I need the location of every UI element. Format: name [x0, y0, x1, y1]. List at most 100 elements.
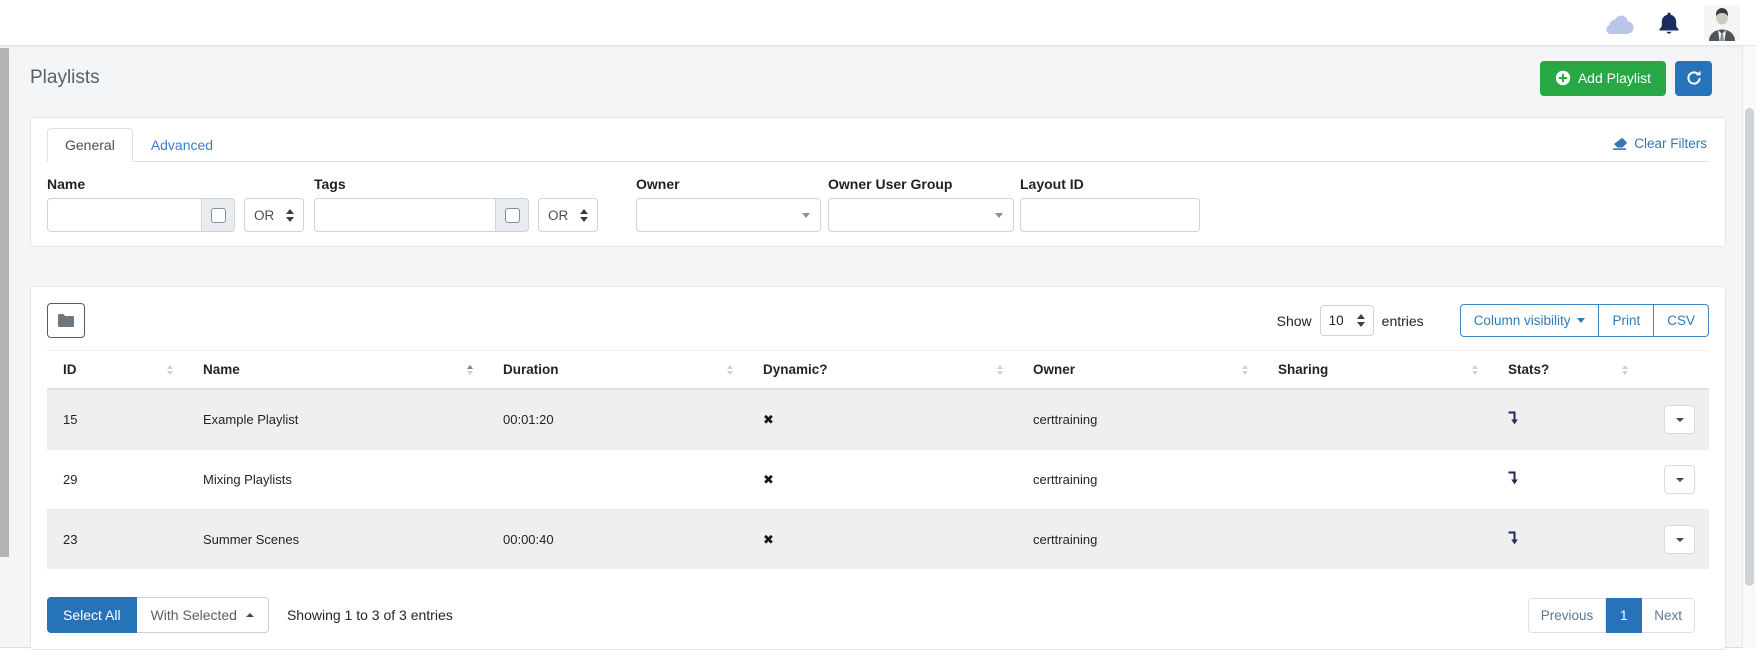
table-row[interactable]: 23 Summer Scenes 00:00:40 ✖ certtraining: [47, 510, 1709, 570]
pagination-previous[interactable]: Previous: [1528, 598, 1607, 633]
column-header-actions: [1642, 351, 1709, 390]
column-header-stats[interactable]: Stats?: [1492, 351, 1642, 390]
stepper-icon: [286, 209, 294, 222]
tags-input[interactable]: [314, 198, 496, 232]
column-header-id[interactable]: ID: [47, 351, 187, 390]
name-checkbox-addon: [202, 198, 235, 232]
pagination-next[interactable]: Next: [1642, 598, 1695, 633]
name-input[interactable]: [47, 198, 202, 232]
row-actions-dropdown[interactable]: [1664, 525, 1695, 554]
cell-sharing: [1262, 510, 1492, 570]
table-row[interactable]: 29 Mixing Playlists ✖ certtraining: [47, 450, 1709, 510]
with-selected-dropdown[interactable]: With Selected: [137, 597, 269, 633]
right-scrollbar-track[interactable]: [1742, 46, 1756, 648]
refresh-button[interactable]: [1675, 61, 1712, 96]
select-all-button[interactable]: Select All: [47, 597, 137, 633]
page-title: Playlists: [30, 67, 100, 89]
cell-id: 23: [47, 510, 187, 570]
chevron-down-icon: [995, 213, 1003, 218]
folder-icon: [57, 313, 75, 328]
level-down-icon: [1508, 411, 1519, 425]
column-header-sharing[interactable]: Sharing: [1262, 351, 1492, 390]
filter-group-layout-id: Layout ID: [1020, 176, 1200, 232]
sort-icon: [1472, 365, 1478, 375]
tab-general[interactable]: General: [47, 128, 133, 162]
bell-icon[interactable]: [1658, 11, 1680, 35]
filter-group-owner-user-group: Owner User Group: [828, 176, 1014, 232]
sort-icon: [1242, 365, 1248, 375]
clear-filters-link[interactable]: Clear Filters: [1613, 136, 1707, 161]
cell-sharing: [1262, 389, 1492, 450]
print-button[interactable]: Print: [1599, 304, 1654, 337]
level-down-icon: [1508, 471, 1519, 485]
stepper-icon: [1357, 314, 1365, 327]
sort-icon: [727, 365, 733, 375]
left-scrollbar[interactable]: [0, 48, 9, 557]
show-label: Show: [1277, 313, 1312, 329]
playlists-table: ID Name Duration Dynamic?: [47, 350, 1709, 569]
row-actions-dropdown[interactable]: [1664, 465, 1695, 494]
add-playlist-button[interactable]: Add Playlist: [1540, 61, 1666, 96]
sort-asc-icon: [467, 365, 473, 375]
plus-circle-icon: [1555, 70, 1571, 86]
sort-icon: [997, 365, 1003, 375]
level-down-icon: [1508, 531, 1519, 545]
topbar: [0, 0, 1756, 46]
entries-label: entries: [1382, 313, 1424, 329]
table-header-row: ID Name Duration Dynamic?: [47, 351, 1709, 390]
cell-name: Mixing Playlists: [187, 450, 487, 510]
right-scrollbar-thumb[interactable]: [1745, 108, 1754, 586]
cell-duration: 00:00:40: [487, 510, 747, 570]
name-label: Name: [47, 176, 304, 192]
caret-down-icon: [1676, 478, 1684, 482]
cell-duration: 00:01:20: [487, 389, 747, 450]
csv-button[interactable]: CSV: [1654, 304, 1709, 337]
column-header-name[interactable]: Name: [187, 351, 487, 390]
tab-advanced[interactable]: Advanced: [133, 128, 231, 162]
column-header-dynamic[interactable]: Dynamic?: [747, 351, 1017, 390]
pagination: Previous 1 Next: [1528, 598, 1695, 633]
caret-down-icon: [1676, 538, 1684, 542]
refresh-icon: [1686, 70, 1702, 86]
folder-tree-button[interactable]: [47, 303, 85, 338]
cell-sharing: [1262, 450, 1492, 510]
column-header-duration[interactable]: Duration: [487, 351, 747, 390]
column-visibility-button[interactable]: Column visibility: [1460, 304, 1600, 337]
owner-label: Owner: [636, 176, 821, 192]
user-avatar[interactable]: [1704, 5, 1740, 41]
filter-group-name: Name OR: [47, 176, 304, 232]
tags-logic-select[interactable]: OR: [538, 198, 598, 232]
owner-user-group-label: Owner User Group: [828, 176, 1014, 192]
tags-exact-checkbox[interactable]: [505, 208, 520, 223]
layout-id-input[interactable]: [1020, 198, 1200, 232]
cell-name: Example Playlist: [187, 389, 487, 450]
name-exact-checkbox[interactable]: [211, 208, 226, 223]
name-logic-select[interactable]: OR: [244, 198, 304, 232]
cell-owner: certtraining: [1017, 450, 1262, 510]
cell-owner: certtraining: [1017, 510, 1262, 570]
owner-user-group-select[interactable]: [828, 198, 1014, 232]
filter-tabs: General Advanced: [47, 128, 231, 161]
owner-select[interactable]: [636, 198, 821, 232]
sort-icon: [167, 365, 173, 375]
pagination-page-1[interactable]: 1: [1606, 598, 1642, 633]
playlists-table-panel: Show 10 entries Column visibility Print: [30, 286, 1726, 650]
x-mark-icon: ✖: [763, 472, 774, 487]
sort-icon: [1622, 365, 1628, 375]
column-header-owner[interactable]: Owner: [1017, 351, 1262, 390]
cell-duration: [487, 450, 747, 510]
main-content: Playlists Add Playlist: [0, 46, 1756, 648]
filter-fields: Name OR Tags: [47, 176, 1709, 232]
cell-name: Summer Scenes: [187, 510, 487, 570]
cell-owner: certtraining: [1017, 389, 1262, 450]
x-mark-icon: ✖: [763, 532, 774, 547]
tags-label: Tags: [314, 176, 598, 192]
caret-down-icon: [1577, 318, 1585, 323]
row-actions-dropdown[interactable]: [1664, 405, 1695, 434]
table-row[interactable]: 15 Example Playlist 00:01:20 ✖ certtrain…: [47, 389, 1709, 450]
table-export-buttons: Column visibility Print CSV: [1460, 304, 1709, 337]
cloud-icon[interactable]: [1604, 12, 1634, 34]
add-playlist-label: Add Playlist: [1578, 70, 1651, 86]
tags-checkbox-addon: [496, 198, 529, 232]
page-length-select[interactable]: 10: [1320, 305, 1374, 336]
